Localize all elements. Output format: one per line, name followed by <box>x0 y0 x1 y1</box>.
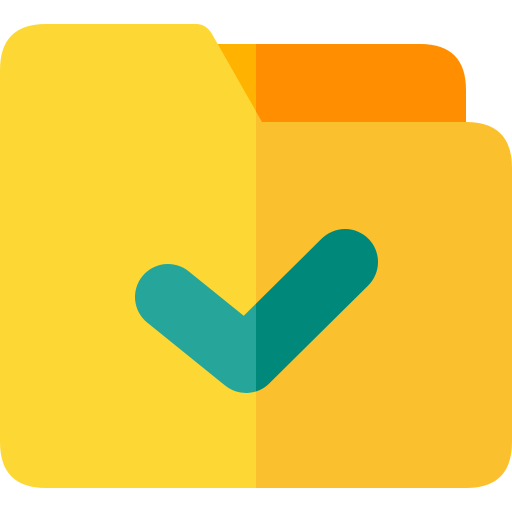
folder-check-icon <box>0 24 512 488</box>
folder-check-illustration <box>0 0 512 512</box>
